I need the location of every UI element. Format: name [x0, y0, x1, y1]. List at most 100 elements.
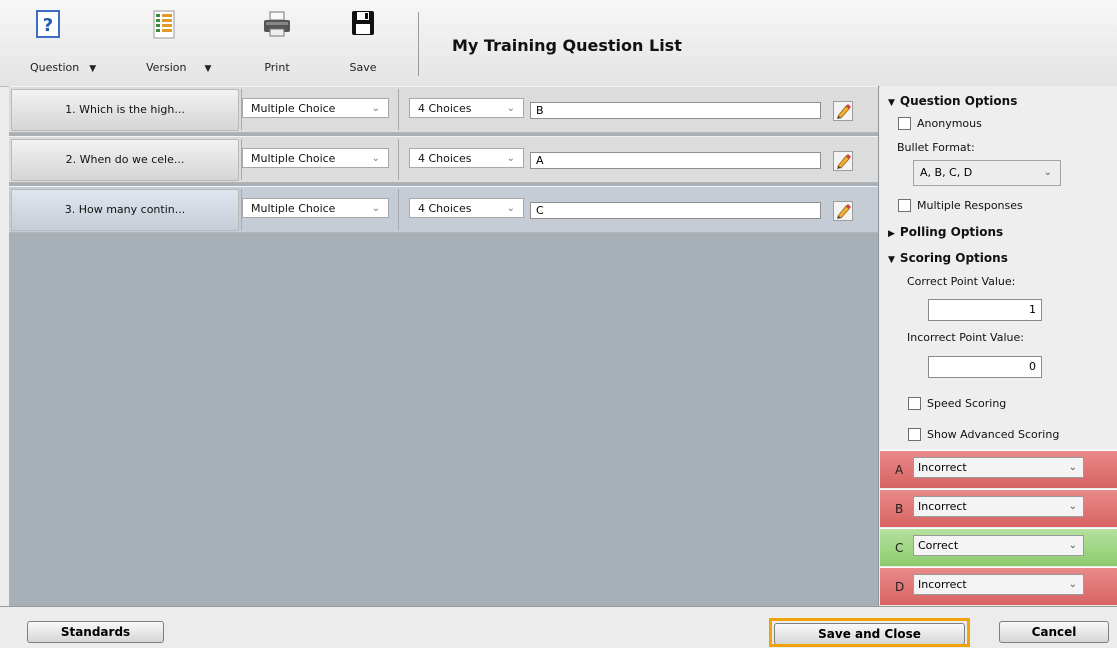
chevron-down-icon: ⌄ [506, 203, 515, 214]
question-menu-button[interactable]: ? Question ▼ [14, 0, 124, 86]
toolbar-divider [418, 12, 419, 76]
question-type-select[interactable]: Multiple Choice ⌄ [242, 148, 389, 168]
version-menu-button[interactable]: Version ▼ [134, 0, 234, 86]
chevron-down-icon: ⌄ [506, 103, 515, 114]
choices-count-select[interactable]: 4 Choices ⌄ [409, 148, 524, 168]
collapsed-triangle-icon: ▶ [888, 229, 895, 239]
highlight-outline [769, 618, 970, 647]
question-name-button[interactable]: 2. When do we cele... [11, 139, 239, 181]
question-options-toggle[interactable]: ▼ Question Options [888, 94, 1017, 108]
answer-row-d: D Incorrect ⌄ [880, 567, 1117, 605]
multiple-responses-label: Multiple Responses [917, 199, 1023, 212]
answer-letter: D [895, 580, 905, 594]
answer-status-select[interactable]: Incorrect ⌄ [913, 457, 1084, 478]
question-type-value: Multiple Choice [251, 202, 336, 215]
question-name-button[interactable]: 3. How many contin... [11, 189, 239, 231]
edit-question-button[interactable] [833, 201, 853, 221]
dropdown-arrow-icon: ▼ [204, 64, 212, 74]
scoring-options-label: Scoring Options [899, 251, 1008, 265]
edit-question-button[interactable] [833, 101, 853, 121]
answer-status-value: Incorrect [918, 500, 967, 513]
question-type-value: Multiple Choice [251, 102, 336, 115]
anonymous-checkbox[interactable] [898, 117, 911, 130]
answer-row-c: C Correct ⌄ [880, 528, 1117, 566]
choices-count-value: 4 Choices [418, 202, 472, 215]
options-panel: ▼ Question Options Anonymous Bullet Forma… [880, 86, 1117, 450]
incorrect-point-input[interactable]: 0 [928, 356, 1042, 378]
question-mark-icon: ? [36, 10, 60, 38]
polling-options-label: Polling Options [899, 225, 1004, 239]
question-row: 1. Which is the high... Multiple Choice ⌄… [9, 86, 878, 133]
answer-status-value: Incorrect [918, 461, 967, 474]
answer-row-a: A Incorrect ⌄ [880, 450, 1117, 488]
anonymous-label: Anonymous [917, 117, 982, 130]
print-button[interactable]: Print [252, 0, 302, 86]
document-list-icon [153, 10, 175, 39]
scoring-options-toggle[interactable]: ▼ Scoring Options [888, 251, 1008, 265]
cancel-button[interactable]: Cancel [999, 621, 1109, 643]
correct-answer-input[interactable]: B [530, 102, 821, 119]
bullet-format-select[interactable]: A, B, C, D ⌄ [913, 160, 1061, 186]
speed-scoring-checkbox[interactable] [908, 397, 921, 410]
chevron-down-icon: ⌄ [371, 103, 380, 114]
bullet-format-value: A, B, C, D [920, 166, 973, 179]
dropdown-arrow-icon: ▼ [89, 64, 97, 74]
bullet-format-label: Bullet Format: [897, 141, 975, 154]
question-type-select[interactable]: Multiple Choice ⌄ [242, 98, 389, 118]
question-row-selected: 3. How many contin... Multiple Choice ⌄ 4… [9, 186, 878, 233]
correct-point-label: Correct Point Value: [907, 275, 1016, 288]
chevron-down-icon: ⌄ [371, 203, 380, 214]
question-type-value: Multiple Choice [251, 152, 336, 165]
answer-row-b: B Incorrect ⌄ [880, 489, 1117, 527]
toolbar: ? Question ▼ Version ▼ Print Save My Tra… [0, 0, 1117, 87]
choices-count-select[interactable]: 4 Choices ⌄ [409, 198, 524, 218]
correct-answer-input[interactable]: A [530, 152, 821, 169]
multiple-responses-checkbox[interactable] [898, 199, 911, 212]
chevron-down-icon: ⌄ [1068, 462, 1077, 473]
column-divider [398, 139, 399, 180]
speed-scoring-label: Speed Scoring [927, 397, 1007, 410]
save-toolbar-label: Save [349, 61, 377, 74]
print-label: Print [264, 61, 290, 74]
expanded-triangle-icon: ▼ [888, 255, 895, 265]
version-menu-label: Version [146, 61, 187, 74]
show-advanced-scoring-label: Show Advanced Scoring [927, 428, 1060, 441]
question-options-label: Question Options [899, 94, 1018, 108]
floppy-disk-icon [352, 11, 374, 35]
polling-options-toggle[interactable]: ▶ Polling Options [888, 225, 1003, 239]
save-toolbar-button[interactable]: Save [340, 0, 386, 86]
choices-count-value: 4 Choices [418, 102, 472, 115]
pencil-icon [837, 154, 851, 169]
printer-icon [264, 11, 290, 37]
column-divider [398, 89, 399, 130]
page-title: My Training Question List [452, 36, 682, 55]
chevron-down-icon: ⌄ [1068, 579, 1077, 590]
show-advanced-scoring-checkbox[interactable] [908, 428, 921, 441]
question-name-button[interactable]: 1. Which is the high... [11, 89, 239, 131]
correct-point-input[interactable]: 1 [928, 299, 1042, 321]
expanded-triangle-icon: ▼ [888, 98, 895, 108]
standards-button[interactable]: Standards [27, 621, 164, 643]
answer-letter: B [895, 502, 904, 516]
correct-answer-input[interactable]: C [530, 202, 821, 219]
incorrect-point-label: Incorrect Point Value: [907, 331, 1024, 344]
pencil-icon [837, 204, 851, 219]
svg-text:?: ? [43, 15, 53, 36]
chevron-down-icon: ⌄ [506, 153, 515, 164]
edit-question-button[interactable] [833, 151, 853, 171]
chevron-down-icon: ⌄ [1068, 501, 1077, 512]
question-list: 1. Which is the high... Multiple Choice ⌄… [9, 86, 879, 606]
question-type-select[interactable]: Multiple Choice ⌄ [242, 198, 389, 218]
choices-count-select[interactable]: 4 Choices ⌄ [409, 98, 524, 118]
answer-status-select[interactable]: Incorrect ⌄ [913, 574, 1084, 595]
answer-status-value: Correct [918, 539, 959, 552]
chevron-down-icon: ⌄ [1068, 540, 1077, 551]
answer-status-value: Incorrect [918, 578, 967, 591]
question-menu-label: Question [30, 61, 80, 74]
answer-status-select[interactable]: Correct ⌄ [913, 535, 1084, 556]
answer-letter: A [895, 463, 904, 477]
column-divider [398, 189, 399, 230]
answer-letter: C [895, 541, 904, 555]
question-row: 2. When do we cele... Multiple Choice ⌄ 4… [9, 136, 878, 183]
answer-status-select[interactable]: Incorrect ⌄ [913, 496, 1084, 517]
